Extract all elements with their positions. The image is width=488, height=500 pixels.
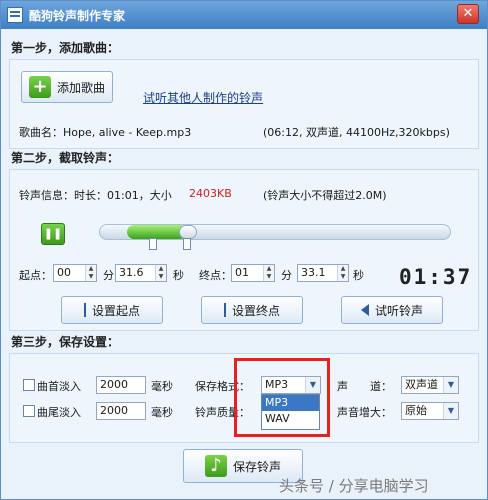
second-unit: 秒: [173, 269, 184, 282]
add-song-label: 添加歌曲: [56, 80, 105, 95]
fade-in-input[interactable]: 2000: [96, 376, 146, 394]
fade-in-label: 曲首淡入: [37, 380, 81, 393]
preview-button[interactable]: 试听铃声: [341, 296, 443, 324]
timeline-handle[interactable]: [179, 225, 197, 239]
fade-out-input[interactable]: 2000: [96, 402, 146, 420]
step3-heading: 第三步，保存设置：: [11, 335, 120, 349]
volume-label: 声音增大：: [337, 406, 392, 419]
size-limit-note: (铃声大小不得超过2.0M): [263, 189, 387, 202]
second-unit: 秒: [353, 269, 364, 282]
watermark: 头条号 / 分享电脑学习: [279, 477, 429, 495]
close-button[interactable]: ✕: [457, 4, 479, 24]
step1-heading: 第一步，添加歌曲：: [11, 41, 120, 55]
fade-out-label: 曲尾淡入: [37, 406, 81, 419]
start-minute-input[interactable]: 00 ▲ ▼: [53, 264, 97, 282]
song-name: 歌曲名：Hope, alive - Keep.mp3: [19, 126, 192, 139]
set-start-icon: [83, 303, 86, 317]
set-end-button[interactable]: 设置终点: [201, 296, 303, 324]
volume-select[interactable]: 原始 ▼: [401, 402, 459, 420]
add-icon: +: [28, 76, 51, 98]
fade-out-checkbox[interactable]: [23, 405, 35, 417]
ringtone-info: 铃声信息：时长：01:01，大小: [19, 189, 172, 202]
song-info: (06:12, 双声道, 44100Hz,320kbps): [263, 126, 450, 139]
set-start-button[interactable]: 设置起点: [61, 296, 163, 324]
chevron-down-icon: ▼: [443, 403, 458, 419]
end-second-input[interactable]: 33.1 ▲ ▼: [297, 264, 349, 282]
channel-label: 声 道：: [337, 380, 392, 393]
end-label: 终点：: [199, 269, 232, 282]
window-title: 酷狗铃声制作专家: [29, 9, 126, 23]
music-note-icon: ♪: [204, 455, 227, 477]
end-marker[interactable]: [183, 238, 191, 250]
start-label: 起点：: [19, 269, 52, 282]
channel-select[interactable]: 双声道 ▼: [401, 376, 459, 394]
selection-fill: [127, 225, 187, 239]
preview-others-link[interactable]: 试听其他人制作的铃声: [143, 89, 263, 106]
app-logo-icon: [7, 7, 23, 23]
step2-heading: 第二步，截取铃声：: [11, 151, 120, 165]
title-bar: 酷狗铃声制作专家 ✕: [1, 1, 487, 29]
highlight-box: [234, 358, 330, 437]
app-window: 酷狗铃声制作专家 ✕ 第一步，添加歌曲： + 添加歌曲 试听其他人制作的铃声 歌…: [0, 0, 488, 500]
add-song-button[interactable]: + 添加歌曲: [21, 71, 113, 103]
start-second-input[interactable]: 31.6 ▲ ▼: [115, 264, 167, 282]
fade-in-checkbox[interactable]: [23, 379, 35, 391]
pause-button[interactable]: ❚❚: [41, 223, 65, 245]
ringtone-size: 2403KB: [189, 187, 232, 200]
start-marker[interactable]: [149, 238, 158, 250]
set-end-icon: [223, 303, 226, 317]
minute-unit: 分: [281, 269, 292, 282]
speaker-icon: [360, 304, 369, 316]
chevron-down-icon: ▼: [443, 377, 458, 393]
minute-unit: 分: [103, 269, 114, 282]
time-display: 01:37: [399, 265, 473, 289]
ms-unit: 毫秒: [151, 380, 173, 393]
ms-unit: 毫秒: [151, 406, 173, 419]
end-minute-input[interactable]: 01 ▲ ▼: [231, 264, 275, 282]
